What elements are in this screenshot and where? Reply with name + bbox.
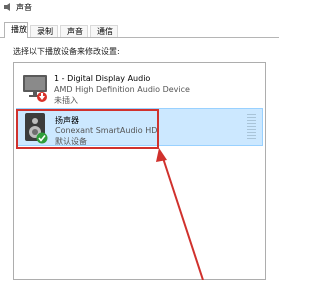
default-check-icon — [36, 132, 48, 144]
window-title: 声音 — [16, 3, 32, 12]
instruction-text: 选择以下播放设备来修改设置: — [13, 47, 120, 56]
device-name: 扬声器 — [55, 116, 79, 125]
tab-playback[interactable]: 播放 — [4, 22, 28, 38]
device-row-digital-display-audio[interactable]: 1 - Digital Display Audio AMD High Defin… — [16, 68, 263, 106]
device-row-speakers[interactable]: 扬声器 Conexant SmartAudio HD 默认设备 — [16, 108, 263, 146]
device-description: AMD High Definition Audio Device — [54, 85, 190, 94]
tab-bar: 播放 录制 声音 通信 — [0, 22, 279, 38]
device-status: 默认设备 — [55, 137, 87, 146]
device-status: 未插入 — [54, 96, 78, 105]
device-name: 1 - Digital Display Audio — [54, 74, 151, 83]
speaker-app-icon — [4, 3, 10, 11]
title-bar: 声音 — [0, 0, 279, 14]
device-list[interactable]: 1 - Digital Display Audio AMD High Defin… — [13, 62, 266, 280]
volume-level-meter — [247, 114, 256, 141]
device-description: Conexant SmartAudio HD — [55, 126, 158, 135]
unplugged-arrow-icon — [39, 93, 45, 100]
